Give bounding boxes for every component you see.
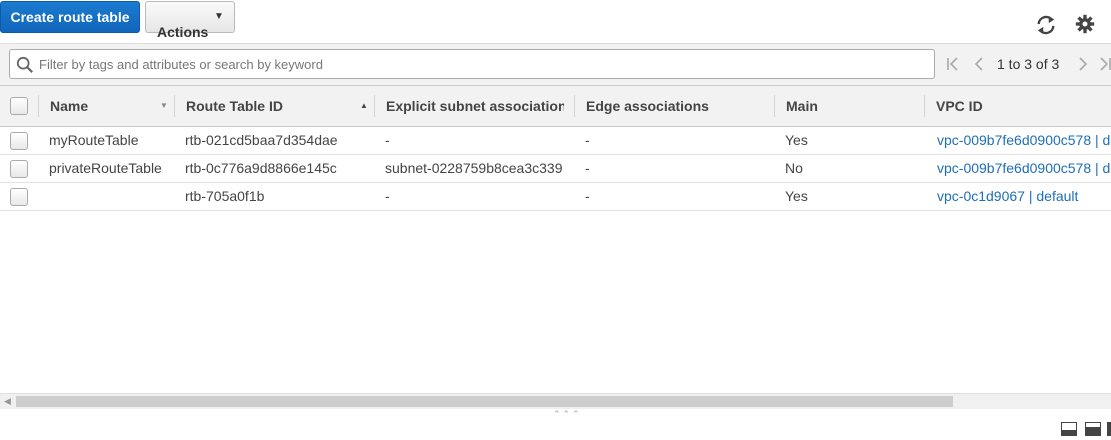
- resize-handle-icon[interactable]: ⌃⌃⌃: [553, 409, 582, 420]
- next-page-icon[interactable]: [1076, 56, 1090, 72]
- vpc-id-link[interactable]: vpc-009b7fe6d0900c578 | default: [937, 127, 1111, 154]
- search-icon: [16, 56, 33, 73]
- scroll-left-icon[interactable]: ◀: [4, 396, 11, 407]
- gear-icon[interactable]: [1075, 14, 1095, 34]
- create-route-table-button[interactable]: Create route table: [0, 1, 140, 33]
- cell-route-table-id: rtb-021cd5baa7d354dae: [185, 132, 338, 148]
- vpc-id-link[interactable]: vpc-009b7fe6d0900c578 | default: [937, 155, 1111, 182]
- table-row[interactable]: myRouteTable rtb-021cd5baa7d354dae - - Y…: [0, 127, 1111, 155]
- first-page-icon[interactable]: [946, 56, 960, 72]
- cell-route-table-id: rtb-0c776a9d8866e145c: [185, 160, 337, 176]
- cell-edge-associations: -: [585, 160, 590, 176]
- actions-label: Actions: [157, 24, 209, 40]
- cell-main: Yes: [785, 132, 808, 148]
- cell-route-table-id: rtb-705a0f1b: [185, 188, 265, 204]
- cell-main: No: [785, 160, 803, 176]
- table-header: Name ▼ Route Table ID ▲ Explicit subnet …: [0, 86, 1111, 127]
- cell-edge-associations: -: [585, 132, 590, 148]
- cell-name: myRouteTable: [49, 132, 139, 148]
- search-box: [9, 49, 935, 79]
- cell-name: privateRouteTable: [49, 160, 162, 176]
- side-panel-layout-icon[interactable]: [1107, 422, 1111, 436]
- sort-ascending-icon[interactable]: ▲: [360, 86, 368, 126]
- column-header-main[interactable]: Main: [786, 86, 916, 127]
- column-header-name[interactable]: Name: [50, 86, 160, 127]
- cell-edge-associations: -: [585, 188, 590, 204]
- column-divider[interactable]: [924, 95, 925, 117]
- cell-main: Yes: [785, 188, 808, 204]
- column-divider: [38, 95, 39, 117]
- cell-subnet-association: -: [385, 188, 390, 204]
- select-all-checkbox[interactable]: [10, 97, 28, 115]
- vpc-id-link[interactable]: vpc-0c1d9067 | default: [937, 183, 1111, 210]
- column-divider[interactable]: [774, 95, 775, 117]
- previous-page-icon[interactable]: [972, 56, 986, 72]
- row-checkbox[interactable]: [10, 188, 28, 206]
- last-page-icon[interactable]: [1098, 56, 1111, 72]
- bottom-panel-layout-icon[interactable]: [1061, 422, 1077, 436]
- route-tables-console: Create route table Actions ▼ Filter by t…: [0, 0, 1111, 440]
- row-checkbox[interactable]: [10, 132, 28, 150]
- column-divider[interactable]: [574, 95, 575, 117]
- filter-bar: 1 to 3 of 3: [0, 44, 1111, 86]
- column-divider[interactable]: [174, 95, 175, 117]
- chevron-down-icon: ▼: [214, 11, 224, 22]
- table-row[interactable]: privateRouteTable rtb-0c776a9d8866e145c …: [0, 155, 1111, 183]
- toolbar: Create route table Actions ▼: [0, 0, 1111, 44]
- table-row[interactable]: rtb-705a0f1b - - Yes vpc-0c1d9067 | defa…: [0, 183, 1111, 211]
- scrollbar-thumb[interactable]: [16, 396, 953, 407]
- pagination-text: 1 to 3 of 3: [997, 56, 1060, 72]
- row-checkbox[interactable]: [10, 160, 28, 178]
- column-header-edge-associations[interactable]: Edge associations: [586, 86, 766, 127]
- cell-subnet-association: subnet-0228759b8cea3c339: [385, 160, 563, 176]
- column-header-vpc-id[interactable]: VPC ID: [936, 86, 1106, 127]
- split-panel-layout-icon[interactable]: [1085, 422, 1101, 436]
- column-header-route-table-id[interactable]: Route Table ID: [186, 86, 356, 127]
- actions-button[interactable]: Actions ▼: [145, 1, 235, 40]
- column-header-explicit-subnet-association[interactable]: Explicit subnet association: [386, 86, 564, 127]
- sort-neutral-icon[interactable]: ▼: [160, 86, 168, 126]
- cell-subnet-association: -: [385, 132, 390, 148]
- column-divider[interactable]: [374, 95, 375, 117]
- cell-name: [49, 183, 174, 210]
- refresh-icon[interactable]: [1035, 14, 1057, 36]
- horizontal-scrollbar[interactable]: ◀: [0, 393, 1111, 409]
- search-input[interactable]: [39, 52, 919, 76]
